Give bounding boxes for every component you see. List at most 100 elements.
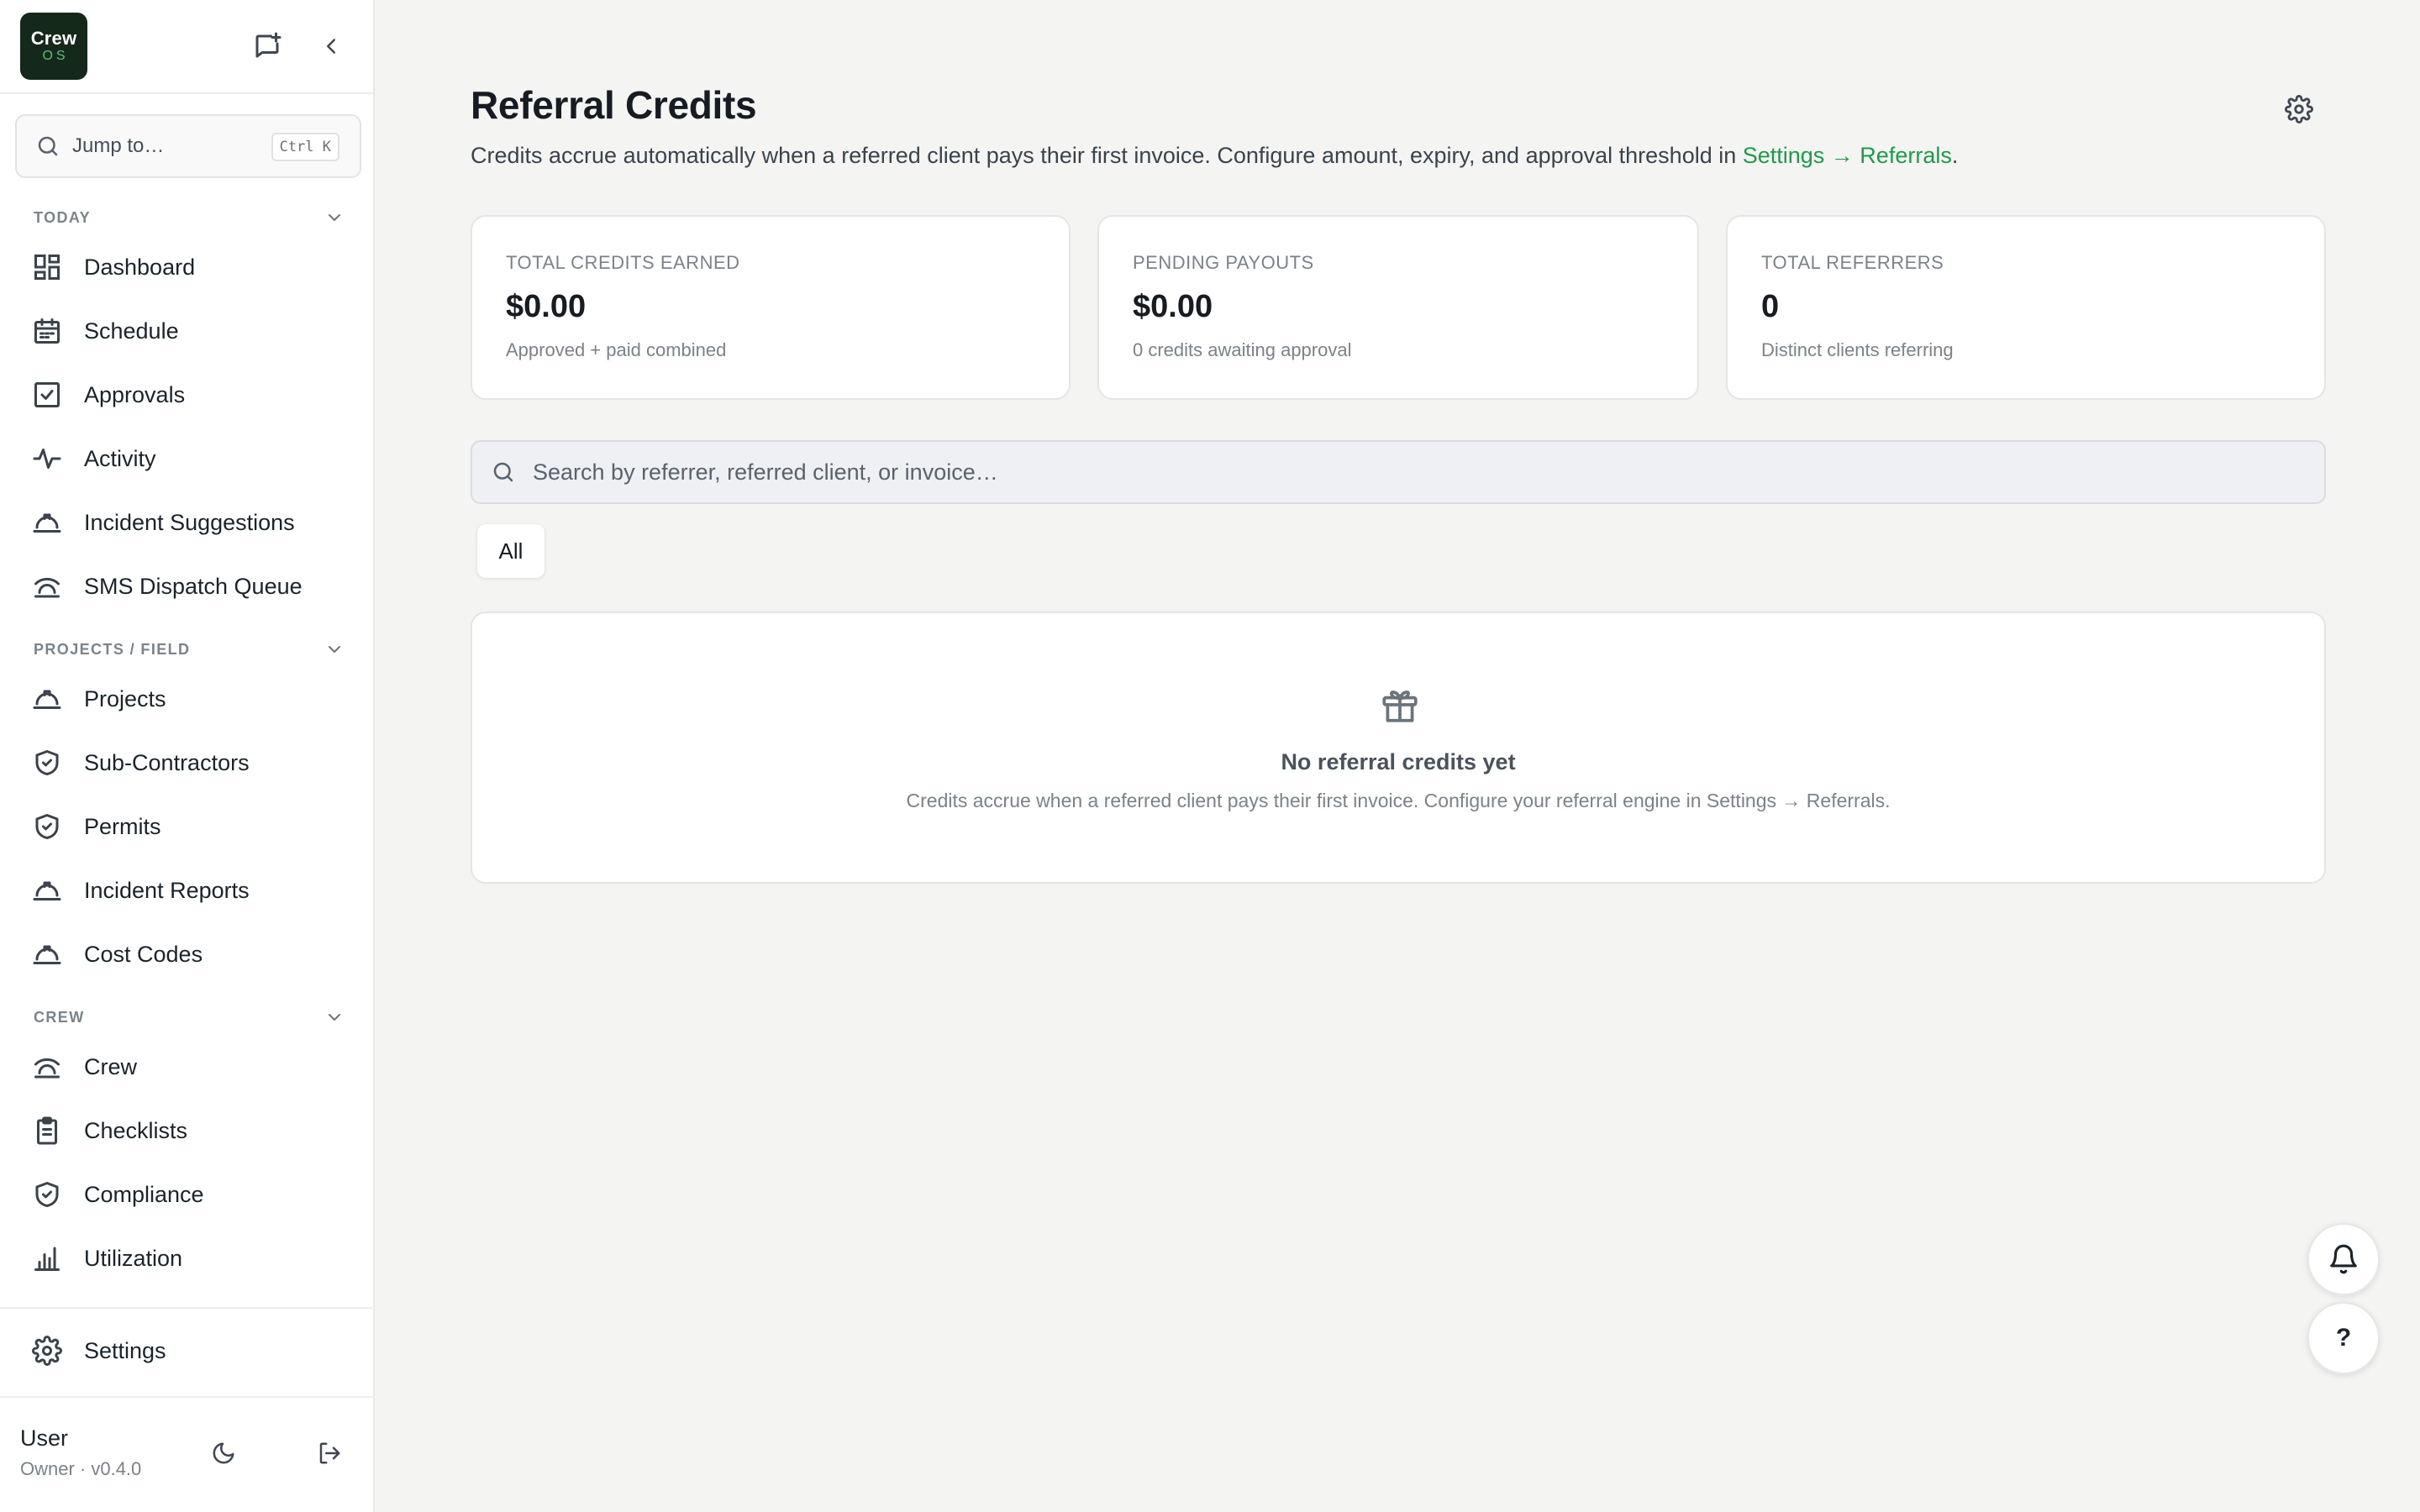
chevron-down-icon [324, 1007, 345, 1027]
stat-subtext: 0 credits awaiting approval [1133, 339, 1352, 360]
sidebar-divider [0, 1396, 375, 1398]
user-name: User [20, 1425, 69, 1451]
logo-line1: Crew [30, 28, 77, 49]
jump-to-placeholder: Jump to… [72, 134, 165, 157]
keyboard-shortcut-badge: Ctrl K [271, 133, 339, 161]
app-logo[interactable]: Crew OS [20, 13, 87, 80]
sidebar-item-label: Activity [84, 445, 156, 471]
empty-state-description: Credits accrue when a referred client pa… [906, 790, 1891, 811]
sidebar-item-incident-suggestions[interactable]: Incident Suggestions [20, 496, 356, 549]
logo-line2: OS [42, 49, 69, 63]
page-description-suffix: . [1951, 143, 1959, 168]
sidebar-item-projects[interactable]: Projects [20, 672, 356, 726]
chevron-left-icon [318, 34, 344, 59]
collapse-sidebar-button[interactable] [309, 24, 353, 68]
sidebar-item-label: Dashboard [84, 254, 196, 280]
hard-hat-icon [32, 684, 62, 714]
search-icon [491, 459, 516, 485]
sidebar-item-utilization[interactable]: Utilization [20, 1231, 356, 1285]
message-plus-icon [252, 31, 282, 61]
sidebar-item-permits[interactable]: Permits [20, 800, 356, 853]
sidebar-item-label: SMS Dispatch Queue [84, 573, 302, 599]
help-button[interactable]: ? [2307, 1302, 2380, 1374]
logout-icon [317, 1441, 342, 1466]
sidebar-item-label: Projects [84, 685, 166, 711]
dashboard-icon [32, 252, 62, 282]
new-message-button[interactable] [245, 24, 289, 68]
jump-to-search[interactable]: Jump to… Ctrl K [15, 114, 361, 178]
sidebar-item-approvals[interactable]: Approvals [20, 368, 356, 422]
gear-icon [32, 1336, 62, 1366]
sidebar-item-incident-reports[interactable]: Incident Reports [20, 864, 356, 917]
sidebar-item-label: Permits [84, 813, 161, 839]
stat-subtext: Approved + paid combined [506, 339, 727, 360]
hard-hat-icon [32, 939, 62, 969]
bar-chart-icon [32, 1243, 62, 1273]
sidebar-item-label: Checklists [84, 1117, 188, 1143]
sidebar-item-label: Sub-Contractors [84, 749, 250, 775]
stat-label: PENDING PAYOUTS [1133, 252, 1314, 273]
empty-state: No referral credits yet Credits accrue w… [471, 612, 2326, 884]
page-title: Referral Credits [471, 83, 757, 127]
stat-card-total-credits: TOTAL CREDITS EARNED $0.00 Approved + pa… [471, 215, 1071, 400]
calendar-icon [32, 316, 62, 346]
hard-hat-icon [32, 875, 62, 906]
chevron-down-icon [324, 207, 345, 228]
sidebar-item-crew[interactable]: Crew [20, 1040, 356, 1094]
referral-search-input[interactable] [533, 447, 2324, 497]
page-description-text: Credits accrue automatically when a refe… [471, 143, 1743, 168]
sidebar-item-label: Schedule [84, 318, 179, 344]
section-toggle-today[interactable]: TODAY [34, 205, 345, 230]
sidebar: Crew OS Jump to… Ctrl K TODAY Dashboard … [0, 0, 375, 1512]
stat-card-total-referrers: TOTAL REFERRERS 0 Distinct clients refer… [1726, 215, 2326, 400]
sidebar-item-schedule[interactable]: Schedule [20, 304, 356, 358]
clipboard-icon [32, 1116, 62, 1146]
empty-state-title: No referral credits yet [1281, 749, 1516, 774]
sidebar-item-label: Incident Reports [84, 877, 250, 903]
section-toggle-projects-field[interactable]: PROJECTS / FIELD [34, 637, 345, 662]
theme-toggle-button[interactable] [202, 1431, 245, 1475]
bell-icon [2328, 1243, 2360, 1275]
section-title-projects-field: PROJECTS / FIELD [34, 640, 191, 658]
referral-search [471, 440, 2326, 504]
shield-check-icon [32, 811, 62, 842]
sidebar-item-dashboard[interactable]: Dashboard [20, 240, 356, 294]
section-toggle-crew[interactable]: CREW [34, 1005, 345, 1030]
sidebar-item-settings[interactable]: Settings [20, 1324, 356, 1378]
sidebar-item-label: Approvals [84, 381, 186, 407]
sidebar-header: Crew OS [0, 0, 373, 94]
dispatch-icon [32, 1052, 62, 1082]
stat-subtext: Distinct clients referring [1761, 339, 1954, 360]
gear-icon [2285, 95, 2313, 123]
sidebar-divider [0, 1307, 375, 1309]
sidebar-item-sub-contractors[interactable]: Sub-Contractors [20, 736, 356, 790]
page-settings-button[interactable] [2277, 87, 2321, 131]
sidebar-item-checklists[interactable]: Checklists [20, 1104, 356, 1158]
shield-check-icon [32, 748, 62, 778]
section-title-today: TODAY [34, 208, 92, 226]
activity-icon [32, 444, 62, 474]
hard-hat-icon [32, 507, 62, 538]
chevron-down-icon [324, 639, 345, 659]
logout-button[interactable] [308, 1431, 351, 1475]
stat-value: $0.00 [1133, 289, 1213, 324]
search-icon [35, 134, 60, 159]
sidebar-item-label: Compliance [84, 1181, 204, 1207]
sidebar-item-activity[interactable]: Activity [20, 432, 356, 486]
sidebar-item-label: Settings [84, 1337, 166, 1363]
user-role: Owner · v0.4.0 [20, 1458, 142, 1479]
page-description: Credits accrue automatically when a refe… [471, 143, 1958, 169]
check-square-icon [32, 380, 62, 410]
filter-tab-all[interactable]: All [477, 524, 544, 578]
sidebar-item-compliance[interactable]: Compliance [20, 1168, 356, 1221]
notifications-button[interactable] [2307, 1223, 2380, 1295]
help-icon: ? [2335, 1324, 2352, 1352]
sidebar-item-label: Utilization [84, 1245, 183, 1271]
stat-value: $0.00 [506, 289, 587, 324]
main-content: Referral Credits Credits accrue automati… [376, 0, 2420, 1512]
sidebar-item-cost-codes[interactable]: Cost Codes [20, 927, 356, 981]
sidebar-item-label: Crew [84, 1053, 138, 1079]
settings-referrals-link[interactable]: Settings → Referrals [1743, 143, 1952, 168]
stat-label: TOTAL REFERRERS [1761, 252, 1944, 273]
sidebar-item-sms-dispatch-queue[interactable]: SMS Dispatch Queue [20, 559, 356, 613]
